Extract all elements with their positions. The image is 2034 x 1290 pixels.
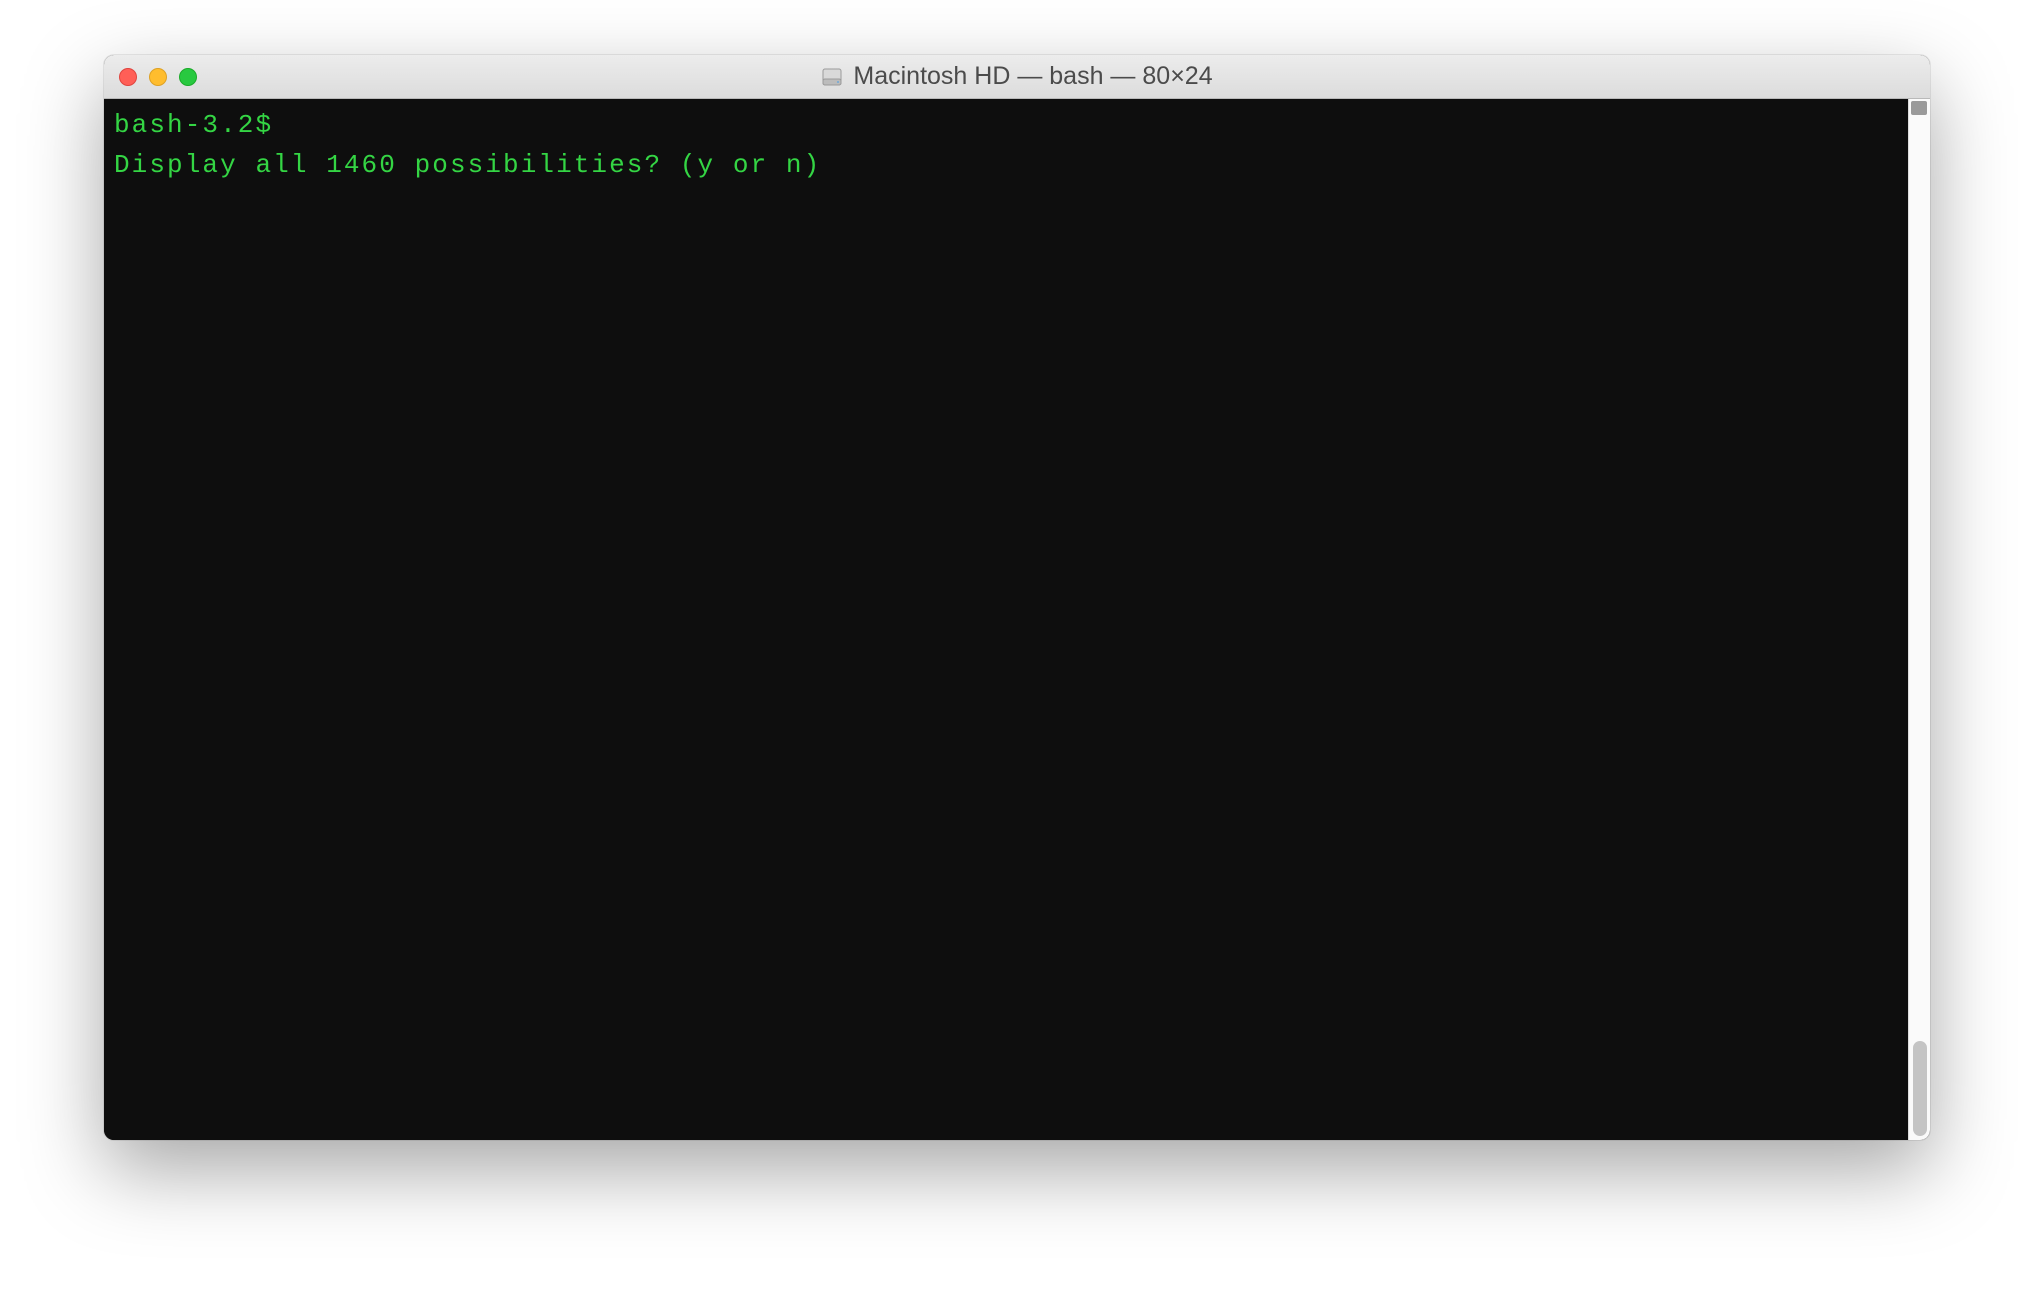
- minimize-button[interactable]: [149, 68, 167, 86]
- output-line: Display all 1460 possibilities? (y or n): [114, 145, 1898, 185]
- terminal-body: bash-3.2$ Display all 1460 possibilities…: [104, 99, 1930, 1140]
- terminal-window: Macintosh HD — bash — 80×24 bash-3.2$ Di…: [104, 55, 1930, 1140]
- disk-icon: [821, 66, 843, 88]
- titlebar[interactable]: Macintosh HD — bash — 80×24: [104, 55, 1930, 99]
- scroll-thumb[interactable]: [1913, 1041, 1927, 1136]
- terminal-content[interactable]: bash-3.2$ Display all 1460 possibilities…: [104, 99, 1908, 1140]
- window-title-group: Macintosh HD — bash — 80×24: [104, 62, 1930, 91]
- close-button[interactable]: [119, 68, 137, 86]
- scrollbar[interactable]: [1908, 99, 1930, 1140]
- prompt-line: bash-3.2$: [114, 105, 1898, 145]
- window-title: Macintosh HD — bash — 80×24: [853, 62, 1212, 91]
- scroll-indicator-icon: [1911, 101, 1927, 115]
- maximize-button[interactable]: [179, 68, 197, 86]
- traffic-lights: [104, 68, 197, 86]
